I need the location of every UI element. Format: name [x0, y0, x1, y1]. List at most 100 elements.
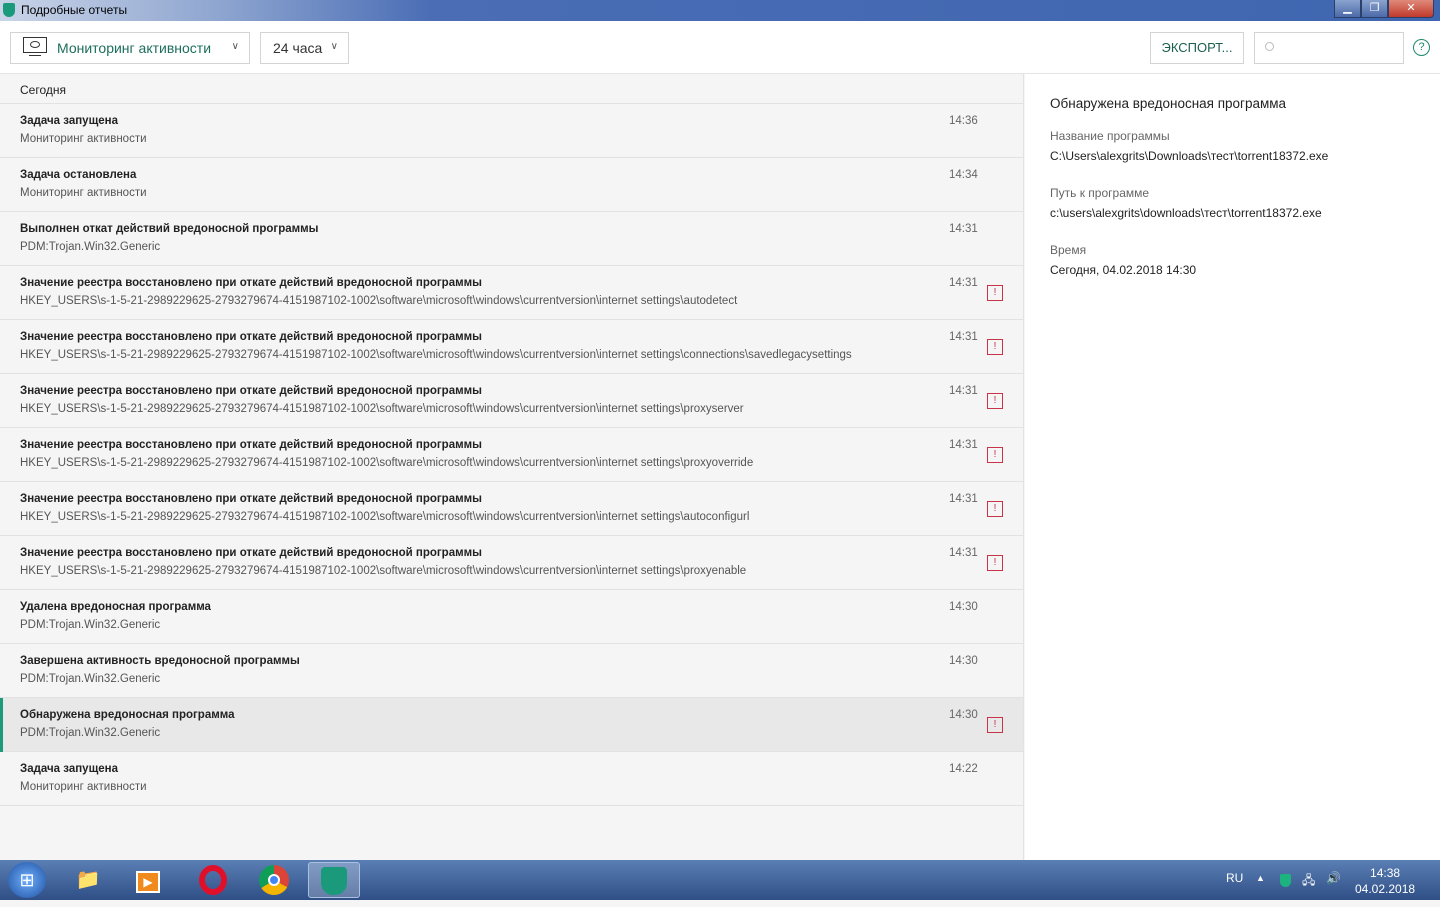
- event-row[interactable]: Удалена вредоносная программа PDM:Trojan…: [0, 590, 1023, 644]
- chrome-icon[interactable]: [248, 862, 300, 898]
- event-time: 14:30: [949, 601, 978, 613]
- event-title: Задача запущена: [20, 763, 119, 775]
- event-time: 14:31: [949, 493, 978, 505]
- event-subtitle: Мониторинг активности: [20, 187, 147, 199]
- taskbar: ⊞ 📁 ▶ RU ▲ 🖧 🔊 14:38 04.02.2018: [0, 860, 1440, 900]
- clock[interactable]: 14:38 04.02.2018: [1355, 865, 1415, 897]
- warning-icon: !: [987, 285, 1003, 301]
- group-header: Сегодня: [0, 74, 1023, 104]
- event-subtitle: HKEY_USERS\s-1-5-21-2989229625-279327967…: [20, 457, 754, 469]
- event-time: 14:36: [949, 115, 978, 127]
- search-icon: [1265, 42, 1274, 51]
- detail-label: Название программы: [1050, 129, 1170, 143]
- window-title: Подробные отчеты: [21, 3, 128, 17]
- detail-value: c:\users\alexgrits\downloads\тест\torren…: [1050, 206, 1322, 220]
- event-subtitle: PDM:Trojan.Win32.Generic: [20, 241, 161, 253]
- event-title: Обнаружена вредоносная программа: [20, 709, 235, 721]
- event-row[interactable]: Завершена активность вредоносной програм…: [0, 644, 1023, 698]
- event-row[interactable]: Обнаружена вредоносная программа PDM:Tro…: [0, 698, 1023, 752]
- kaspersky-icon[interactable]: [308, 862, 360, 898]
- event-time: 14:31: [949, 385, 978, 397]
- event-time: 14:31: [949, 331, 978, 343]
- chevron-down-icon: ∨: [330, 41, 338, 52]
- warning-icon: !: [987, 717, 1003, 733]
- event-title: Удалена вредоносная программа: [20, 601, 211, 613]
- warning-icon: !: [987, 393, 1003, 409]
- search-input[interactable]: [1254, 32, 1404, 64]
- event-row[interactable]: Значение реестра восстановлено при откат…: [0, 536, 1023, 590]
- opera-icon[interactable]: [187, 862, 239, 898]
- event-time: 14:22: [949, 763, 978, 775]
- event-time: 14:31: [949, 547, 978, 559]
- event-title: Значение реестра восстановлено при откат…: [20, 277, 482, 289]
- warning-icon: !: [987, 501, 1003, 517]
- minimize-button[interactable]: ▁: [1334, 0, 1361, 18]
- event-row[interactable]: Значение реестра восстановлено при откат…: [0, 428, 1023, 482]
- event-row[interactable]: Значение реестра восстановлено при откат…: [0, 266, 1023, 320]
- event-title: Значение реестра восстановлено при откат…: [20, 331, 482, 343]
- event-title: Задача остановлена: [20, 169, 137, 181]
- explorer-icon[interactable]: 📁: [62, 862, 114, 898]
- event-subtitle: HKEY_USERS\s-1-5-21-2989229625-279327967…: [20, 565, 747, 577]
- period-dropdown[interactable]: 24 часа ∨: [260, 32, 349, 64]
- export-button[interactable]: ЭКСПОРТ...: [1150, 32, 1244, 64]
- event-subtitle: HKEY_USERS\s-1-5-21-2989229625-279327967…: [20, 295, 738, 307]
- period-label: 24 часа: [273, 40, 323, 56]
- volume-icon[interactable]: 🔊: [1326, 871, 1341, 885]
- event-title: Значение реестра восстановлено при откат…: [20, 439, 482, 451]
- event-subtitle: PDM:Trojan.Win32.Generic: [20, 619, 161, 631]
- help-icon[interactable]: ?: [1413, 39, 1430, 56]
- monitor-eye-icon: [23, 37, 47, 59]
- show-hidden-icons-button[interactable]: ▲: [1256, 873, 1265, 883]
- media-player-icon[interactable]: ▶: [122, 862, 174, 898]
- event-subtitle: Мониторинг активности: [20, 133, 147, 145]
- event-title: Значение реестра восстановлено при откат…: [20, 547, 482, 559]
- event-title: Завершена активность вредоносной програм…: [20, 655, 300, 667]
- event-time: 14:34: [949, 169, 978, 181]
- kaspersky-shield-icon: [3, 3, 15, 17]
- event-subtitle: HKEY_USERS\s-1-5-21-2989229625-279327967…: [20, 403, 744, 415]
- event-row[interactable]: Значение реестра восстановлено при откат…: [0, 374, 1023, 428]
- event-subtitle: HKEY_USERS\s-1-5-21-2989229625-279327967…: [20, 349, 852, 361]
- event-subtitle: Мониторинг активности: [20, 781, 147, 793]
- event-row[interactable]: Задача запущена Мониторинг активности 14…: [0, 752, 1023, 806]
- component-label: Мониторинг активности: [57, 40, 212, 56]
- event-time: 14:31: [949, 223, 978, 235]
- event-time: 14:31: [949, 277, 978, 289]
- event-row[interactable]: Выполнен откат действий вредоносной прог…: [0, 212, 1023, 266]
- warning-icon: !: [987, 447, 1003, 463]
- warning-icon: !: [987, 339, 1003, 355]
- detail-value: Сегодня, 04.02.2018 14:30: [1050, 263, 1197, 277]
- clock-date: 04.02.2018: [1355, 882, 1416, 896]
- event-row[interactable]: Задача запущена Мониторинг активности 14…: [0, 104, 1023, 158]
- event-title: Задача запущена: [20, 115, 119, 127]
- event-list: Сегодня Задача запущена Мониторинг актив…: [0, 74, 1024, 860]
- clock-time: 14:38: [1370, 866, 1401, 880]
- chevron-down-icon: ∨: [231, 41, 239, 52]
- event-row[interactable]: Значение реестра восстановлено при откат…: [0, 482, 1023, 536]
- event-row[interactable]: Задача остановлена Мониторинг активности…: [0, 158, 1023, 212]
- close-button[interactable]: ✕: [1388, 0, 1434, 18]
- event-row[interactable]: Значение реестра восстановлено при откат…: [0, 320, 1023, 374]
- event-title: Значение реестра восстановлено при откат…: [20, 385, 482, 397]
- start-button[interactable]: ⊞: [8, 862, 46, 898]
- event-subtitle: HKEY_USERS\s-1-5-21-2989229625-279327967…: [20, 511, 750, 523]
- kaspersky-tray-icon[interactable]: [1280, 874, 1291, 887]
- warning-icon: !: [987, 555, 1003, 571]
- detail-value: C:\Users\alexgrits\Downloads\тест\torren…: [1050, 149, 1329, 163]
- title-bar: Подробные отчеты ▁ ❐ ✕: [0, 0, 1440, 21]
- maximize-button[interactable]: ❐: [1361, 0, 1388, 18]
- language-indicator[interactable]: RU: [1226, 871, 1243, 885]
- event-time: 14:30: [949, 655, 978, 667]
- detail-title: Обнаружена вредоносная программа: [1050, 96, 1287, 111]
- detail-label: Путь к программе: [1050, 186, 1150, 200]
- detail-panel: Обнаружена вредоносная программа Названи…: [1025, 74, 1440, 860]
- event-subtitle: PDM:Trojan.Win32.Generic: [20, 727, 161, 739]
- detail-label: Время: [1050, 243, 1087, 257]
- event-time: 14:31: [949, 439, 978, 451]
- component-dropdown[interactable]: Мониторинг активности ∨: [10, 32, 250, 64]
- event-title: Выполнен откат действий вредоносной прог…: [20, 223, 319, 235]
- network-icon[interactable]: 🖧: [1302, 871, 1315, 892]
- event-time: 14:30: [949, 709, 978, 721]
- toolbar: Мониторинг активности ∨ 24 часа ∨ ЭКСПОР…: [0, 21, 1440, 74]
